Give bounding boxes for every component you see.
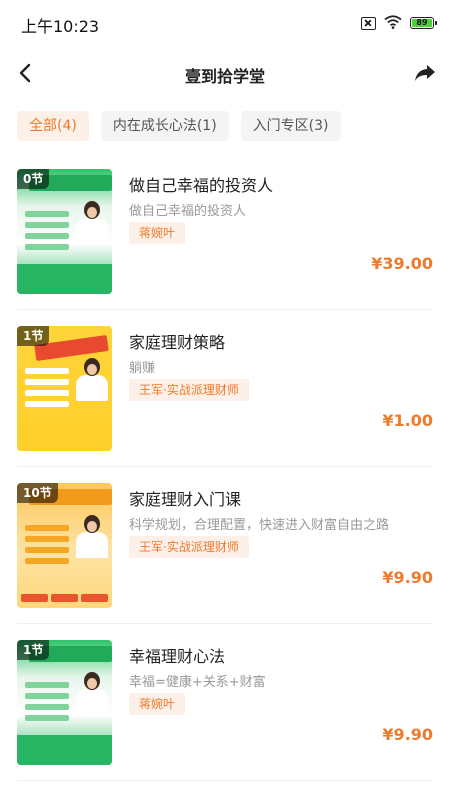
status-bar: 上午10:23 89 [0, 0, 450, 46]
battery-level: 89 [416, 18, 428, 27]
cover-decoration [25, 525, 69, 569]
teacher-tag: 蒋婉叶 [129, 222, 186, 244]
cover-decoration [25, 368, 69, 412]
course-title[interactable]: 家庭理财入门课 [129, 486, 241, 510]
battery-icon: 89 [410, 17, 437, 29]
category-tabs: 全部(4) 内在成长心法(1) 入门专区(3) [17, 111, 341, 141]
cover-footer [17, 735, 112, 765]
nav-bar: 壹到拾学堂 [0, 50, 450, 96]
course-item[interactable]: 0节 做自己幸福的投资人 做自己幸福的投资人 蒋婉叶 ¥39.00 [17, 153, 433, 310]
cover-footer [17, 578, 112, 608]
course-subtitle: 做自己幸福的投资人 [129, 204, 247, 219]
cover-decoration [25, 682, 69, 726]
course-title[interactable]: 做自己幸福的投资人 [129, 172, 273, 196]
course-subtitle: 幸福=健康+关系+财富 [129, 675, 266, 690]
sim-off-icon [361, 16, 376, 30]
course-price: ¥9.90 [382, 725, 433, 744]
course-title[interactable]: 幸福理财心法 [129, 643, 225, 667]
course-title[interactable]: 家庭理财策略 [129, 329, 225, 353]
lesson-count-badge: 10节 [17, 483, 58, 503]
course-price: ¥1.00 [382, 411, 433, 430]
course-subtitle: 躺赚 [129, 361, 156, 376]
course-cover[interactable]: 1节 [17, 640, 112, 765]
course-item[interactable]: 1节 幸福理财心法 幸福=健康+关系+财富 蒋婉叶 ¥9.90 [17, 624, 433, 781]
course-cover[interactable]: 1节 [17, 326, 112, 451]
course-list: 0节 做自己幸福的投资人 做自己幸福的投资人 蒋婉叶 ¥39.00 1节 家庭理… [0, 153, 450, 781]
cover-portrait [76, 358, 108, 402]
course-item[interactable]: 10节 家庭理财入门课 科学规划，合理配置，快速进入财富自由之路 王军·实战派理… [17, 467, 433, 624]
lesson-count-badge: 1节 [17, 640, 50, 660]
tab-beginner-zone[interactable]: 入门专区(3) [240, 111, 341, 141]
lesson-count-badge: 1节 [17, 326, 50, 346]
tab-inner-growth[interactable]: 内在成长心法(1) [100, 111, 229, 141]
course-price: ¥9.90 [382, 568, 433, 587]
course-cover[interactable]: 0节 [17, 169, 112, 294]
cover-footer [17, 264, 112, 294]
share-arrow-icon [415, 65, 435, 81]
course-price: ¥39.00 [371, 254, 433, 273]
tab-all[interactable]: 全部(4) [17, 111, 89, 141]
status-icons: 89 [361, 13, 437, 33]
share-button[interactable] [410, 58, 440, 88]
cover-portrait [76, 201, 108, 245]
cover-portrait [76, 672, 108, 716]
cover-portrait [76, 515, 108, 559]
wifi-icon [384, 14, 402, 33]
teacher-tag: 蒋婉叶 [129, 693, 186, 715]
course-item[interactable]: 1节 家庭理财策略 躺赚 王军·实战派理财师 ¥1.00 [17, 310, 433, 467]
page-title: 壹到拾学堂 [184, 67, 265, 86]
status-time: 上午10:23 [21, 17, 100, 36]
lesson-count-badge: 0节 [17, 169, 50, 189]
cover-decoration [25, 211, 69, 255]
course-cover[interactable]: 10节 [17, 483, 112, 608]
teacher-tag: 王军·实战派理财师 [129, 536, 249, 558]
course-subtitle: 科学规划，合理配置，快速进入财富自由之路 [129, 518, 390, 533]
teacher-tag: 王军·实战派理财师 [129, 379, 249, 401]
